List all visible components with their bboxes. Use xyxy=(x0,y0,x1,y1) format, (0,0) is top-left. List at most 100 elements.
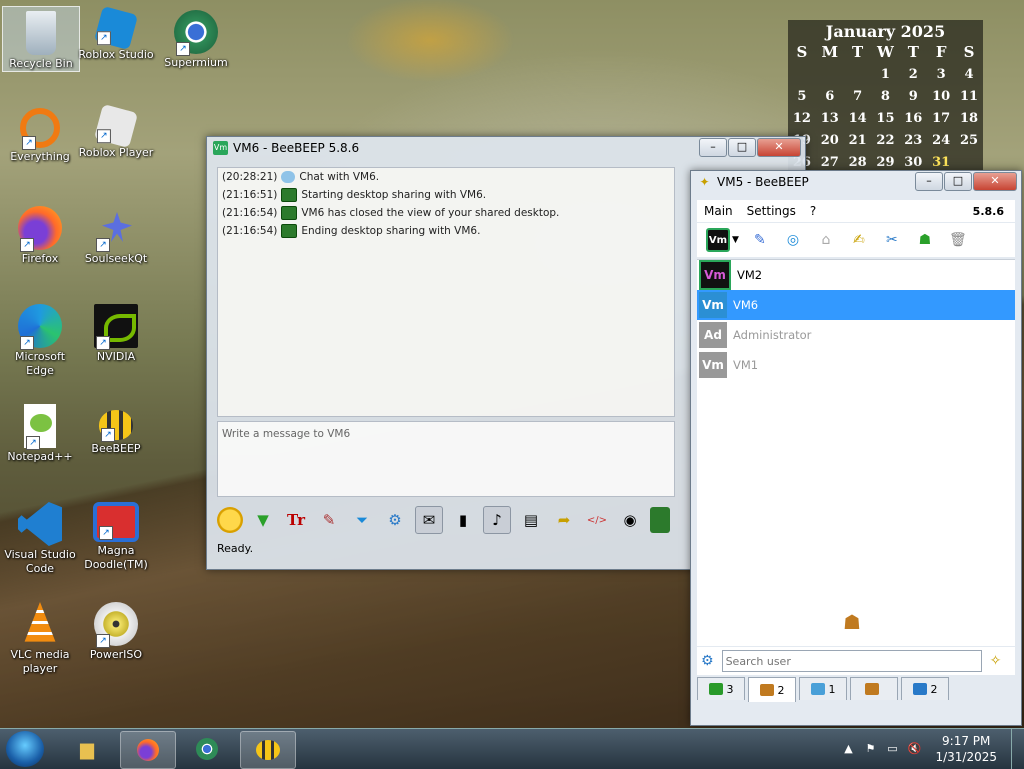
calendar-day[interactable]: 13 xyxy=(816,107,844,129)
calendar-day[interactable]: 1 xyxy=(872,63,900,85)
tray-expand-icon[interactable]: ▲ xyxy=(841,742,855,756)
calendar-day[interactable]: 18 xyxy=(955,107,983,129)
clear-broom-icon[interactable]: ✧ xyxy=(990,653,1002,669)
start-button[interactable] xyxy=(6,731,44,767)
current-user-avatar[interactable]: Vm xyxy=(706,228,730,252)
calendar-day[interactable]: 21 xyxy=(844,129,872,151)
user-list-item[interactable]: Vm VM6 xyxy=(697,290,1015,320)
filter-icon[interactable]: ⏷ xyxy=(349,507,375,533)
action-center-flag-icon[interactable]: ⚑ xyxy=(863,742,877,756)
taskbar-supermium[interactable] xyxy=(180,731,234,767)
desktop-icon-nvidia[interactable]: ↗ NVIDIA xyxy=(78,300,154,364)
user-list-item[interactable]: Vm VM2 xyxy=(697,260,1015,290)
desktop-icon-vlc[interactable]: VLC media player xyxy=(2,598,78,676)
emoticon-icon[interactable] xyxy=(217,507,243,533)
settings-gear-icon[interactable]: ⚙ xyxy=(382,507,408,533)
menu-help[interactable]: ? xyxy=(810,204,816,218)
calendar-day[interactable]: 4 xyxy=(955,63,983,85)
calendar-day[interactable] xyxy=(844,63,872,85)
taskbar-file-explorer[interactable]: ▆ xyxy=(60,731,114,767)
minimize-button[interactable]: – xyxy=(699,138,727,157)
music-note-icon[interactable]: ♪ xyxy=(483,506,511,534)
minimize-button[interactable]: – xyxy=(915,172,943,191)
message-input[interactable]: Write a message to VM6 xyxy=(217,421,675,497)
desktop-icon-roblox-player[interactable]: ↗ Roblox Player xyxy=(78,103,154,160)
color-pencil-icon[interactable]: ✎ xyxy=(316,507,342,533)
clock[interactable]: 9:17 PM 1/31/2025 xyxy=(935,733,997,765)
calendar-day[interactable]: 9 xyxy=(899,85,927,107)
edit-profile-icon[interactable]: ✎ xyxy=(748,228,772,252)
user-group-icon[interactable]: ☗ xyxy=(913,228,937,252)
gear-icon[interactable]: ⚙ xyxy=(701,653,714,669)
calendar-day[interactable]: 7 xyxy=(844,85,872,107)
calendar-day[interactable]: 25 xyxy=(955,129,983,151)
search-user-input[interactable] xyxy=(721,650,982,672)
taskbar-beebeep[interactable] xyxy=(240,731,296,769)
calendar-day[interactable]: 14 xyxy=(844,107,872,129)
close-button[interactable]: ✕ xyxy=(973,172,1017,191)
desktop-share-icon[interactable] xyxy=(650,507,670,533)
main-window-titlebar[interactable]: ✦ VM5 - BeeBEEP – □ ✕ xyxy=(691,171,1021,193)
menu-main[interactable]: Main xyxy=(704,204,733,218)
desktop-icon-roblox-studio[interactable]: ↗ Roblox Studio xyxy=(78,5,154,62)
book-icon[interactable]: ▮ xyxy=(450,507,476,533)
tab-green-screen[interactable]: 3 xyxy=(697,677,745,700)
desktop-icon-vscode[interactable]: Visual Studio Code xyxy=(2,498,78,576)
green-arrow-down-icon[interactable]: ▼ xyxy=(250,507,276,533)
desktop-icon-supermium[interactable]: ↗ Supermium xyxy=(158,6,234,70)
trash-icon[interactable]: 🗑 xyxy=(946,228,970,252)
network-icon[interactable]: ▭ xyxy=(885,742,899,756)
calendar-day[interactable]: 22 xyxy=(872,129,900,151)
camera-icon[interactable]: ◉ xyxy=(617,507,643,533)
user-list[interactable]: Vm VM2 Vm VM6 Ad Administrator Vm VM1 ☗ xyxy=(697,259,1015,646)
desktop-icon-firefox[interactable]: ↗ Firefox xyxy=(2,202,78,266)
desktop-icon-microsoft-edge[interactable]: ↗ Microsoft Edge xyxy=(2,300,78,378)
taskbar-firefox[interactable] xyxy=(120,731,176,769)
desktop-icon-notepadpp[interactable]: ↗ Notepad++ xyxy=(2,400,78,464)
chat-log[interactable]: (20:28:21) Chat with VM6. (21:16:51) Starti… xyxy=(217,167,675,417)
code-icon[interactable]: </> xyxy=(584,507,610,533)
show-desktop-button[interactable] xyxy=(1011,729,1024,769)
desktop-icon-soulseekqt[interactable]: ↗ SoulseekQt xyxy=(78,202,154,266)
calendar-day[interactable]: 16 xyxy=(899,107,927,129)
desktop-icon-beebeep[interactable]: ↗ BeeBEEP xyxy=(78,400,154,456)
note-pencil-icon[interactable]: ✍ xyxy=(847,228,871,252)
calendar-day[interactable]: 17 xyxy=(927,107,955,129)
calendar-day[interactable]: 2 xyxy=(899,63,927,85)
main-window[interactable]: ✦ VM5 - BeeBEEP – □ ✕ Main Settings ? 5.… xyxy=(690,170,1022,726)
calendar-day[interactable]: 23 xyxy=(899,129,927,151)
tab-shares[interactable]: 2 xyxy=(901,677,949,700)
calendar-day[interactable]: 10 xyxy=(927,85,955,107)
tab-groups[interactable] xyxy=(850,677,898,700)
calendar-day[interactable]: 11 xyxy=(955,85,983,107)
chevron-down-icon[interactable]: ▼ xyxy=(732,235,739,245)
calendar-day[interactable]: 3 xyxy=(927,63,955,85)
desktop-icon-recycle-bin[interactable]: Recycle Bin xyxy=(2,6,80,72)
desktop-icon-everything[interactable]: ↗ Everything xyxy=(2,104,78,164)
desktop-icon-magna-doodle[interactable]: ↗ Magna Doodle(TM) xyxy=(78,498,154,572)
font-icon[interactable]: Tr xyxy=(283,507,309,533)
calendar-day[interactable]: 12 xyxy=(788,107,816,129)
calendar-day[interactable]: 8 xyxy=(872,85,900,107)
tab-users[interactable]: 2 xyxy=(748,677,796,702)
menu-settings[interactable]: Settings xyxy=(747,204,796,218)
send-icon[interactable]: ✉ xyxy=(415,506,443,534)
maximize-button[interactable]: □ xyxy=(944,172,972,191)
maximize-button[interactable]: □ xyxy=(728,138,756,157)
calendar-day[interactable]: 5 xyxy=(788,85,816,107)
tools-icon[interactable]: ✂ xyxy=(880,228,904,252)
calendar-day[interactable] xyxy=(816,63,844,85)
volume-muted-icon[interactable]: 🔇 xyxy=(907,742,922,756)
broadcast-icon[interactable]: ◎ xyxy=(781,228,805,252)
user-list-item[interactable]: Ad Administrator xyxy=(697,320,1015,350)
calendar-day[interactable]: 15 xyxy=(872,107,900,129)
chat-window-titlebar[interactable]: Vm VM6 - BeeBEEP 5.8.6 – □ ✕ xyxy=(207,137,805,159)
calendar-day[interactable] xyxy=(788,63,816,85)
calendar-day[interactable]: 6 xyxy=(816,85,844,107)
folder-share-icon[interactable]: ➦ xyxy=(551,507,577,533)
document-icon[interactable]: ▤ xyxy=(518,507,544,533)
close-button[interactable]: ✕ xyxy=(757,138,801,157)
tab-chats[interactable]: 1 xyxy=(799,677,847,700)
calendar-day[interactable]: 24 xyxy=(927,129,955,151)
user-list-item[interactable]: Vm VM1 xyxy=(697,350,1015,380)
